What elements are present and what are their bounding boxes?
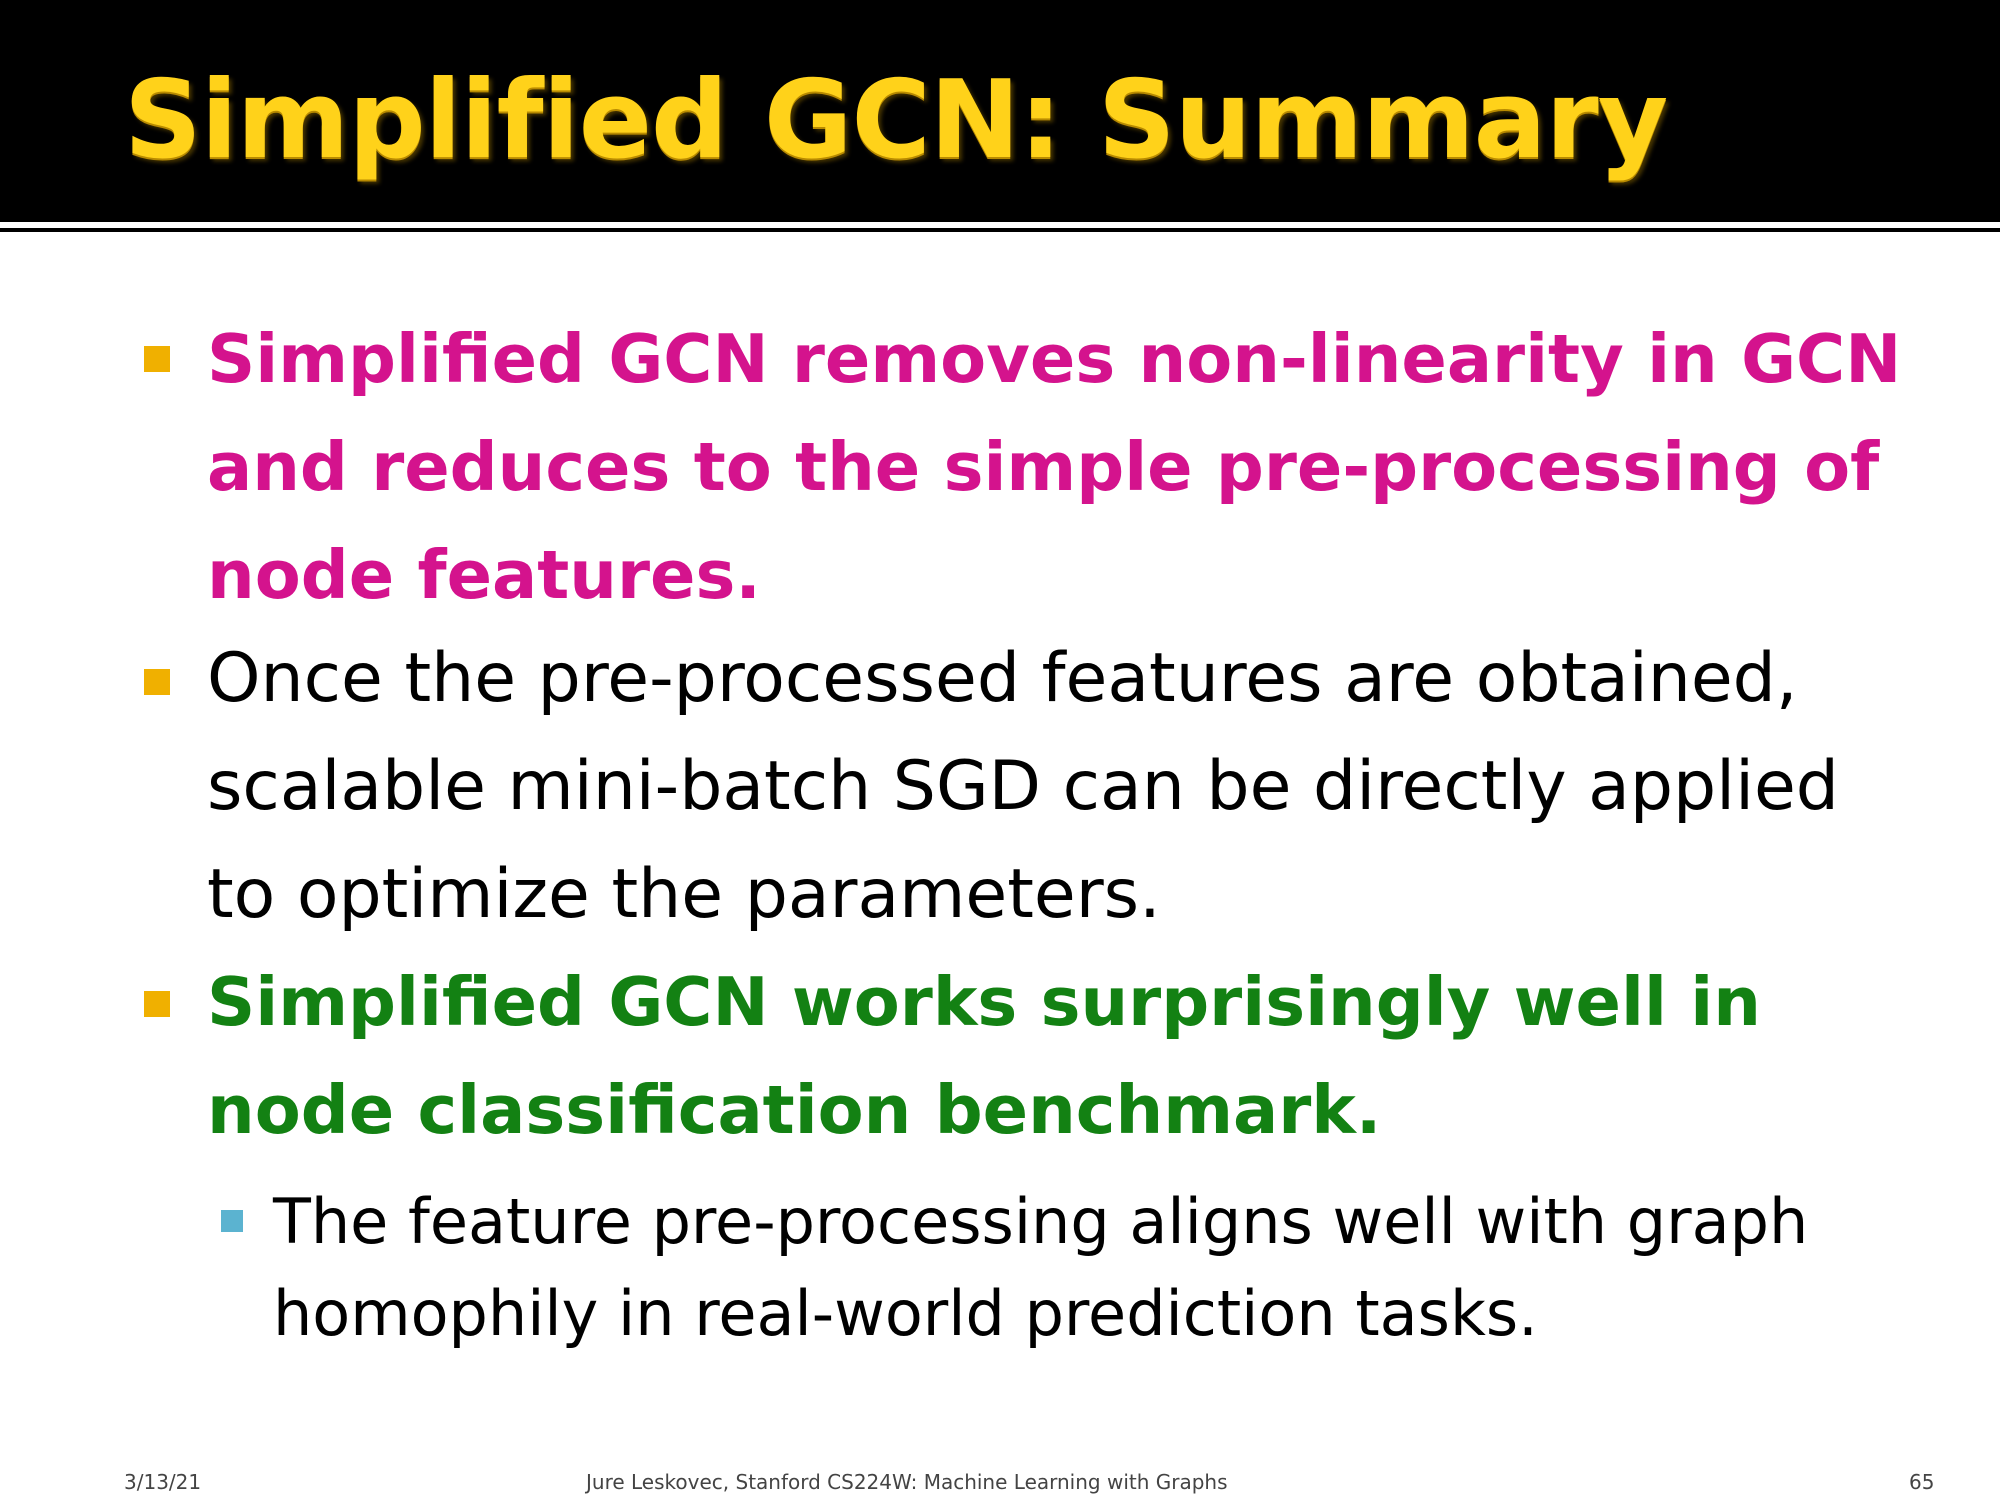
sub-bullet-1: The feature pre-processing aligns well w… <box>273 1185 1809 1350</box>
title-divider <box>0 228 2000 232</box>
title-bar: Simplified GCN: Summary <box>0 0 2000 222</box>
bullet-marker-2 <box>144 669 170 695</box>
bullet-2: Once the pre-processed features are obta… <box>207 639 1839 934</box>
footer-page-number: 65 <box>1909 1470 1935 1494</box>
slide-title: Simplified GCN: Summary <box>124 58 1668 183</box>
bullet-marker-1 <box>144 346 170 372</box>
bullet-marker-3 <box>144 991 170 1017</box>
footer-date: 3/13/21 <box>124 1470 202 1494</box>
sub-bullet-marker-1 <box>221 1210 243 1232</box>
bullet-1: Simplified GCN removes non-linearity in … <box>207 320 1902 614</box>
bullet-3: Simplified GCN works surprisingly well i… <box>207 963 1761 1149</box>
footer-course: Jure Leskovec, Stanford CS224W: Machine … <box>586 1470 1228 1494</box>
